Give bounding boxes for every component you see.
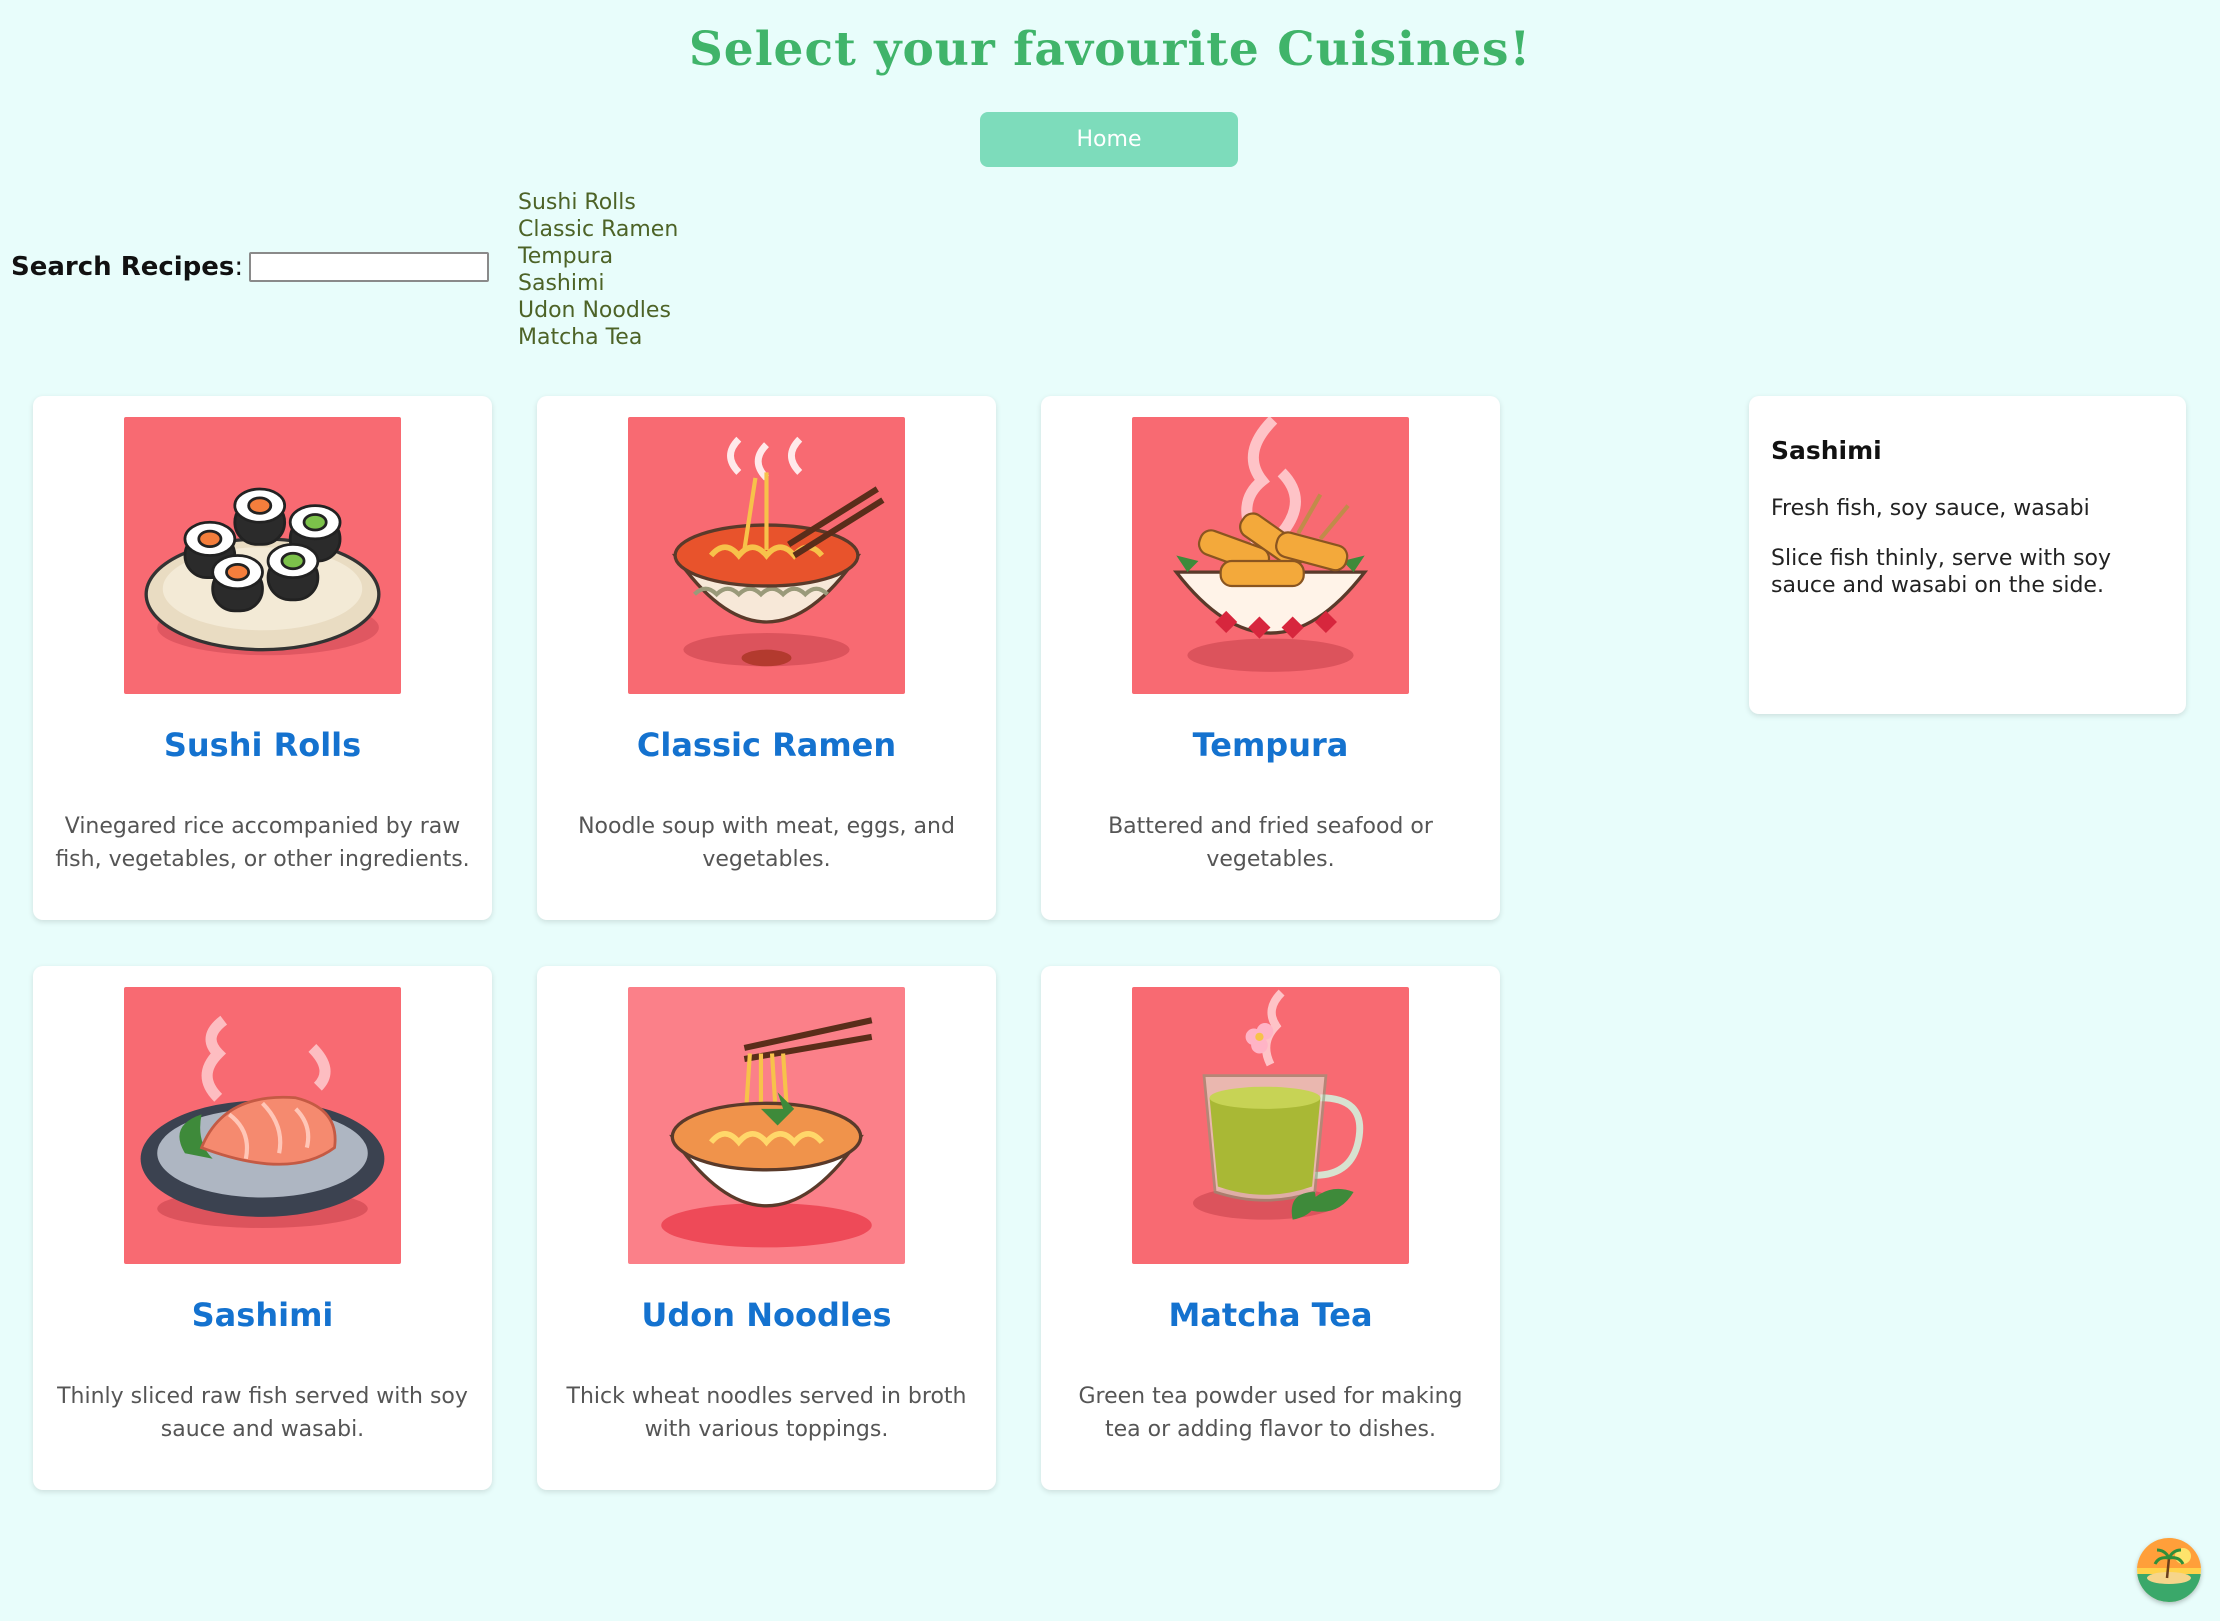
recipe-card-classic-ramen[interactable]: Classic Ramen Noodle soup with meat, egg…	[537, 396, 996, 920]
recipe-card-tempura[interactable]: Tempura Battered and fried seafood or ve…	[1041, 396, 1500, 920]
sushi-rolls-image	[124, 417, 401, 694]
recipe-description: Green tea powder used for making tea or …	[1078, 1384, 1463, 1442]
detail-ingredients: Fresh fish, soy sauce, wasabi	[1771, 496, 2090, 521]
udon-bowl-image	[628, 987, 905, 1264]
suggestion-item[interactable]: Matcha Tea	[518, 324, 678, 351]
search-label: Search Recipes	[11, 252, 235, 282]
detail-title: Sashimi	[1771, 436, 1882, 465]
recipe-description: Thick wheat noodles served in broth with…	[566, 1384, 967, 1442]
home-button[interactable]: Home	[980, 112, 1238, 167]
page-title: Select your favourite Cuisines!	[688, 22, 1532, 77]
ramen-bowl-image	[628, 417, 905, 694]
island-avatar-icon[interactable]	[2137, 1538, 2201, 1602]
recipe-title[interactable]: Classic Ramen	[537, 726, 996, 764]
detail-instructions: Slice fish thinly, serve with soy sauce …	[1771, 546, 2112, 598]
recipe-detail-panel: Sashimi Fresh fish, soy sauce, wasabi Sl…	[1749, 396, 2186, 714]
recipe-title[interactable]: Sashimi	[33, 1296, 492, 1334]
recipe-title[interactable]: Udon Noodles	[537, 1296, 996, 1334]
suggestion-item[interactable]: Udon Noodles	[518, 297, 678, 324]
search-colon: :	[234, 252, 244, 282]
matcha-cup-image	[1132, 987, 1409, 1264]
suggestion-item[interactable]: Classic Ramen	[518, 216, 678, 243]
search-suggestions: Sushi Rolls Classic Ramen Tempura Sashim…	[518, 189, 678, 351]
recipe-description: Battered and fried seafood or vegetables…	[1108, 814, 1433, 872]
recipe-description: Thinly sliced raw fish served with soy s…	[57, 1384, 468, 1442]
recipe-title[interactable]: Matcha Tea	[1041, 1296, 1500, 1334]
recipe-description: Vinegared rice accompanied by raw fish, …	[55, 814, 470, 872]
recipe-description: Noodle soup with meat, eggs, and vegetab…	[578, 814, 955, 872]
search-input[interactable]	[249, 252, 490, 282]
recipe-card-sushi-rolls[interactable]: Sushi Rolls Vinegared rice accompanied b…	[33, 396, 492, 920]
suggestion-item[interactable]: Tempura	[518, 243, 678, 270]
recipe-title[interactable]: Sushi Rolls	[33, 726, 492, 764]
recipe-card-matcha-tea[interactable]: Matcha Tea Green tea powder used for mak…	[1041, 966, 1500, 1490]
recipe-card-udon-noodles[interactable]: Udon Noodles Thick wheat noodles served …	[537, 966, 996, 1490]
recipe-card-sashimi[interactable]: Sashimi Thinly sliced raw fish served wi…	[33, 966, 492, 1490]
search-row: Search Recipes :	[11, 252, 490, 282]
tempura-bowl-image	[1132, 417, 1409, 694]
suggestion-item[interactable]: Sashimi	[518, 270, 678, 297]
recipe-title[interactable]: Tempura	[1041, 726, 1500, 764]
suggestion-item[interactable]: Sushi Rolls	[518, 189, 678, 216]
sashimi-plate-image	[124, 987, 401, 1264]
